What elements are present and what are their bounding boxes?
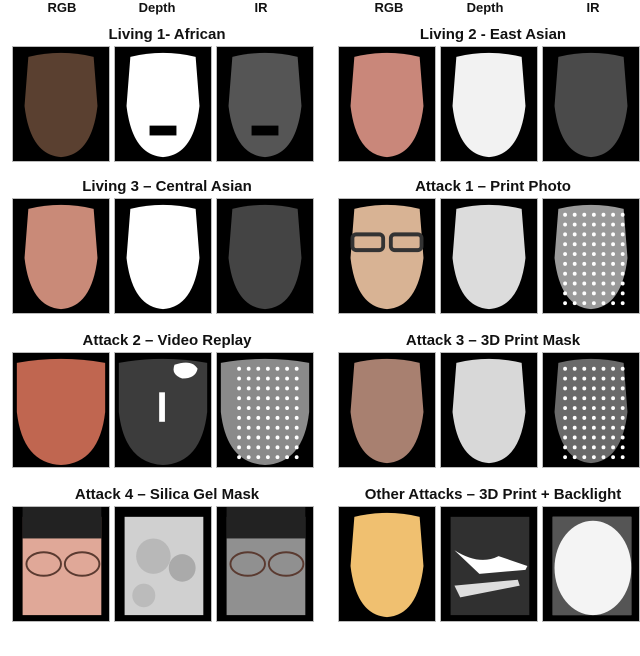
sample-group: Living 3 – Central Asian [12, 176, 322, 314]
face-image-ir [542, 506, 640, 622]
group-title: Attack 4 – Silica Gel Mask [74, 486, 260, 503]
face-image-ir [216, 352, 314, 468]
face-image-depth [440, 198, 538, 314]
sample-group: Living 1- African [12, 24, 322, 162]
face-image-ir [216, 198, 314, 314]
face-image-rgb [12, 198, 110, 314]
face-image-ir [542, 198, 640, 314]
column-header-depth: Depth [138, 0, 176, 15]
sample-group: Attack 1 – Print Photo [338, 176, 640, 314]
group-title: Attack 2 – Video Replay [82, 332, 252, 349]
face-image-depth [114, 198, 212, 314]
face-image-rgb [338, 198, 436, 314]
group-title: Living 1- African [108, 26, 226, 43]
face-image-ir [542, 46, 640, 162]
column-header-ir: IR [586, 0, 600, 15]
face-image-rgb [12, 352, 110, 468]
face-image-depth [114, 352, 212, 468]
panel-row [338, 46, 640, 162]
panel-row [338, 352, 640, 468]
column-header-depth: Depth [466, 0, 504, 15]
panel-row [338, 506, 640, 622]
column-header-rgb: RGB [374, 0, 404, 15]
group-title: Attack 1 – Print Photo [415, 178, 571, 195]
group-title: Attack 3 – 3D Print Mask [405, 332, 581, 349]
face-image-ir [216, 46, 314, 162]
sample-group: Living 2 - East Asian [338, 24, 640, 162]
face-image-depth [114, 506, 212, 622]
face-image-rgb [338, 506, 436, 622]
face-image-depth [114, 46, 212, 162]
column-header-rgb: RGB [47, 0, 77, 15]
sample-group: Attack 3 – 3D Print Mask [338, 330, 640, 468]
face-image-depth [440, 506, 538, 622]
group-title: Living 3 – Central Asian [82, 178, 252, 195]
panel-row [338, 198, 640, 314]
panel-row [12, 352, 322, 468]
face-image-depth [440, 352, 538, 468]
face-image-depth [440, 46, 538, 162]
face-image-rgb [338, 46, 436, 162]
column-header-ir: IR [254, 0, 268, 15]
sample-group: Attack 4 – Silica Gel Mask [12, 484, 322, 622]
face-image-rgb [12, 506, 110, 622]
face-image-rgb [12, 46, 110, 162]
face-image-ir [216, 506, 314, 622]
panel-row [12, 506, 322, 622]
group-title: Other Attacks – 3D Print + Backlight [364, 486, 622, 503]
face-image-rgb [338, 352, 436, 468]
panel-row [12, 46, 322, 162]
panel-row [12, 198, 322, 314]
sample-group: Attack 2 – Video Replay [12, 330, 322, 468]
sample-group: Other Attacks – 3D Print + Backlight [338, 484, 640, 622]
face-image-ir [542, 352, 640, 468]
group-title: Living 2 - East Asian [419, 26, 567, 43]
